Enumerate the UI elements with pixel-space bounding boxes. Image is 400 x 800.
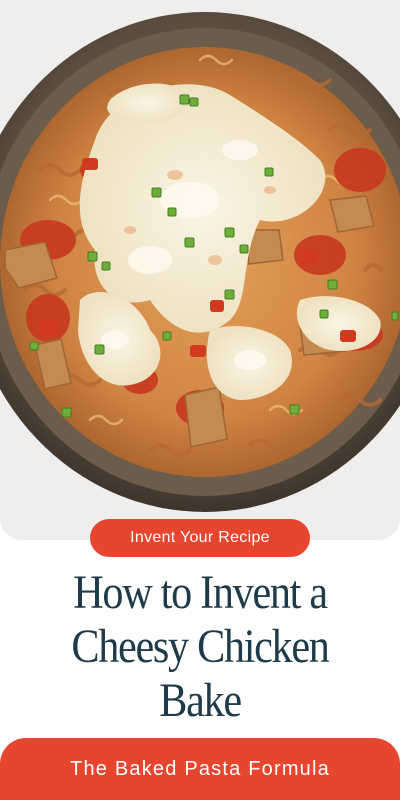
category-badge[interactable]: Invent Your Recipe [90,519,310,557]
chicken-bake-illustration [0,0,400,540]
page-title: How to Invent a Cheesy Chicken Bake [71,566,330,727]
dish-photo [0,0,400,540]
footer-label: The Baked Pasta Formula [70,757,330,780]
footer-banner[interactable]: The Baked Pasta Formula [0,738,400,800]
recipe-pin: Invent Your Recipe How to Invent a Chees… [0,0,400,800]
